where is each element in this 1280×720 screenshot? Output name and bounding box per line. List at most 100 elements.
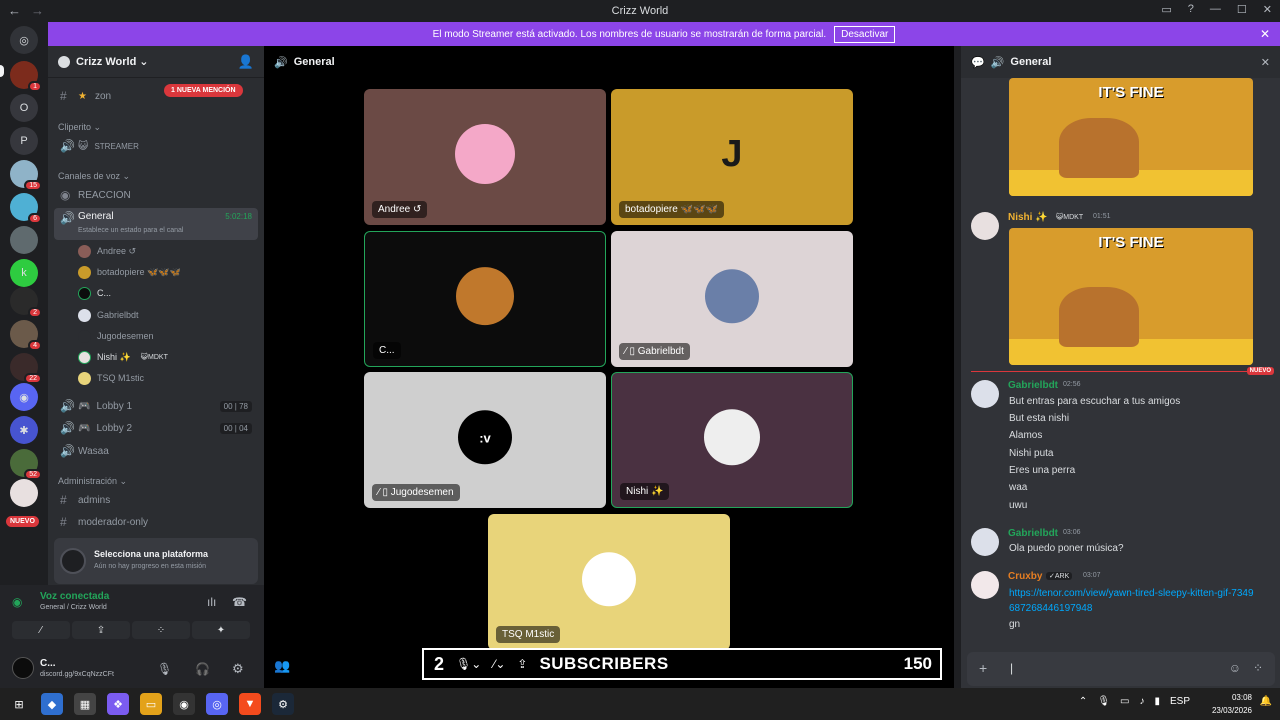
server-icon[interactable] <box>10 479 38 507</box>
invite-icon[interactable]: 👥 <box>274 658 290 674</box>
server-icon[interactable]: P <box>10 127 38 155</box>
category-admin[interactable]: Administración ⌄+ <box>58 474 313 488</box>
battery-icon[interactable]: ▮ <box>1154 696 1160 707</box>
activities-button[interactable]: ⁘ <box>132 621 190 639</box>
channel-reaccion[interactable]: ◉ REACCION <box>54 185 258 205</box>
avatar[interactable] <box>971 380 999 408</box>
participant-tile[interactable]: TSQ M1stic <box>488 514 730 650</box>
gif-image[interactable]: IT'S FINE <box>1009 78 1253 196</box>
status-hint[interactable]: Establece un estado para el canal <box>78 227 183 234</box>
mic-tray-icon[interactable]: 🎙 <box>1097 696 1110 707</box>
participant-tile[interactable]: Andree ↺ <box>364 89 606 225</box>
avatar[interactable] <box>971 528 999 556</box>
banner-close-icon[interactable]: ✕ <box>1260 27 1270 41</box>
minimize-icon[interactable]: — <box>1210 3 1221 16</box>
category-cliperito[interactable]: Cliperito ⌄+ <box>58 120 287 134</box>
chevron-up-icon[interactable]: ⌃ <box>1079 696 1087 707</box>
server-icon[interactable] <box>10 226 38 254</box>
network-icon[interactable]: ▭ <box>1120 696 1129 707</box>
voice-member[interactable]: TSQ M1stic <box>78 369 144 387</box>
volume-icon[interactable]: ♪ <box>1139 696 1144 707</box>
voice-member[interactable]: Gabrielbdt⁄⁄ <box>78 306 278 324</box>
category-voice[interactable]: Canales de voz ⌄+ <box>58 169 316 183</box>
gear-server-icon[interactable]: ✱ <box>10 416 38 444</box>
message-link[interactable]: https://tenor.com/view/yawn-tired-sleepy… <box>1009 586 1259 616</box>
inbox-icon[interactable]: ▭ <box>1161 3 1171 16</box>
author-name[interactable]: Nishi ✨ <box>1008 212 1048 223</box>
language-indicator[interactable]: ESP <box>1170 696 1190 707</box>
participant-tile[interactable]: J botadopiere 🦋🦋🦋 <box>611 89 853 225</box>
windows-start-icon[interactable]: ⊞ <box>8 693 30 715</box>
deactivate-button[interactable]: Desactivar <box>834 25 896 43</box>
author-name[interactable]: Gabrielbdt <box>1008 528 1058 539</box>
channel-wasaa[interactable]: 🔊 Wasaa <box>54 441 258 461</box>
help-icon[interactable]: ? <box>1188 3 1194 16</box>
screen-share-button[interactable]: ⇪ <box>72 621 130 639</box>
back-icon[interactable]: ← <box>8 3 21 18</box>
brave-icon[interactable]: ▼ <box>239 693 261 715</box>
participant-tile-speaking[interactable]: C... <box>364 231 606 367</box>
soundboard-button[interactable]: ✦ <box>192 621 250 639</box>
author-name[interactable]: Gabrielbdt <box>1008 380 1058 391</box>
apps-icon[interactable]: ⁘ <box>1253 661 1263 675</box>
avatar[interactable] <box>971 571 999 599</box>
server-icon[interactable]: k <box>10 259 38 287</box>
new-mention-pill[interactable]: 1 NUEVA MENCIÓN <box>164 84 243 97</box>
emoji-icon[interactable]: ☺ <box>1229 661 1241 675</box>
clock[interactable]: 03:08 23/03/2026 <box>1212 691 1252 717</box>
server-icon[interactable]: 2 <box>10 287 42 318</box>
voice-status[interactable]: Voz conectada <box>40 591 109 602</box>
voice-member[interactable]: Nishi ✨ 😺MDKT <box>78 348 168 366</box>
channel-admins[interactable]: # admins <box>54 490 258 510</box>
participant-tile[interactable]: :v ⁄ ▯ Jugodesemen <box>364 372 606 508</box>
channel-lobby-2[interactable]: 🔊 🎮 Lobby 2 00 | 04 <box>54 418 258 438</box>
disconnect-icon[interactable]: ☎ <box>232 595 247 609</box>
avatar[interactable] <box>12 657 34 679</box>
maximize-icon[interactable]: ☐ <box>1237 3 1247 16</box>
gif-image[interactable]: IT'S FINE <box>1009 228 1253 365</box>
screen-share-icon[interactable]: ⇪ <box>517 657 527 671</box>
mic-icon[interactable]: 🎙 <box>157 662 172 676</box>
server-icon[interactable]: 4 <box>10 320 42 351</box>
app-icon[interactable]: ▦ <box>74 693 96 715</box>
participant-tile-speaking[interactable]: Nishi ✨ <box>611 372 853 508</box>
forward-icon[interactable]: → <box>31 3 44 18</box>
server-icon[interactable]: 1 <box>10 61 42 92</box>
discord-taskbar-icon[interactable]: ◎ <box>206 693 228 715</box>
server-icon[interactable]: 52 <box>10 449 42 480</box>
mic-icon[interactable]: 🎙⌄ <box>456 657 481 671</box>
channel-general-active[interactable]: 🔊 General 5:02:18 Establece un estado par… <box>54 208 258 240</box>
add-attachment-icon[interactable]: + <box>979 660 987 676</box>
server-icon[interactable]: 22 <box>10 353 42 384</box>
notification-icon[interactable]: 🔔 <box>1260 696 1272 707</box>
author-name[interactable]: Cruxby <box>1008 571 1042 582</box>
settings-gear-icon[interactable]: ⚙ <box>232 661 244 677</box>
quest-card[interactable]: Selecciona una plataforma Aún no hay pro… <box>54 538 258 584</box>
server-header[interactable]: Crizz World ⌄ 👤 <box>48 46 264 78</box>
avatar[interactable] <box>971 212 999 240</box>
copilot-icon[interactable]: ❖ <box>107 693 129 715</box>
headphones-icon[interactable]: 🎧 <box>195 662 210 676</box>
server-icon[interactable]: O <box>10 94 38 122</box>
message-input[interactable]: + | ☺ ⁘ <box>967 652 1275 686</box>
close-icon[interactable]: ✕ <box>1261 56 1270 69</box>
camera-button[interactable]: ⁄ <box>12 621 70 639</box>
steam-icon[interactable]: ⚙ <box>272 693 294 715</box>
discord-home-icon[interactable]: ◎ <box>10 26 38 54</box>
app-icon[interactable]: ◆ <box>41 693 63 715</box>
close-icon[interactable]: ✕ <box>1263 3 1272 16</box>
noise-suppression-icon[interactable]: ılı <box>207 595 216 609</box>
channel-streamer[interactable]: 🔊 😺 STREAMER <box>54 136 258 156</box>
participant-tile[interactable]: ⁄ ▯ Gabrielbdt <box>611 231 853 367</box>
voice-member[interactable]: botadopiere 🦋🦋🦋 <box>78 263 181 281</box>
file-explorer-icon[interactable]: ▭ <box>140 693 162 715</box>
camera-off-icon[interactable]: ⁄⌄ <box>493 657 505 671</box>
voice-member[interactable]: C... <box>78 284 111 302</box>
server-icon[interactable]: 15 <box>10 160 42 191</box>
voice-location[interactable]: General / Crizz World <box>40 604 107 611</box>
obs-icon[interactable]: ◉ <box>173 693 195 715</box>
invite-people-icon[interactable]: 👤 <box>238 54 254 70</box>
server-icon[interactable]: ◉ <box>10 383 38 411</box>
voice-member[interactable]: Andree ↺ <box>78 242 136 260</box>
server-icon[interactable]: 6 <box>10 193 42 224</box>
